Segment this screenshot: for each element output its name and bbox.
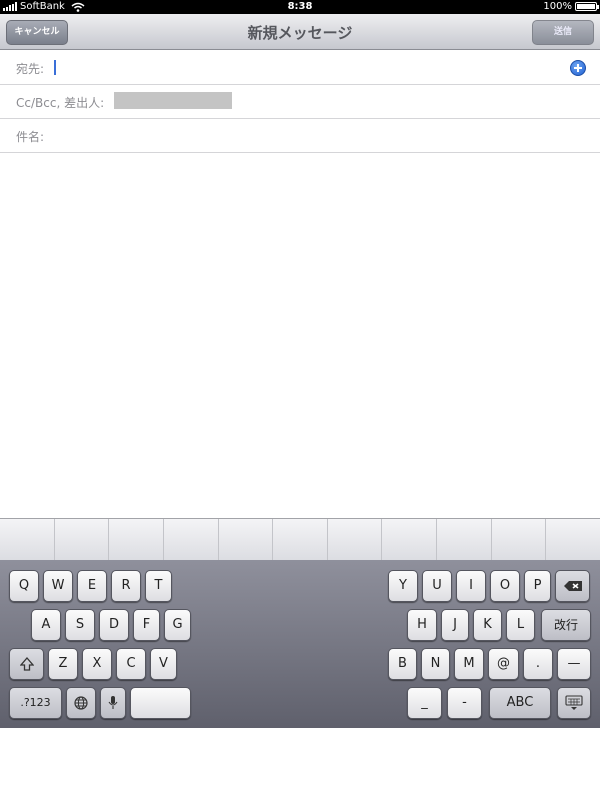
key-p[interactable]: P bbox=[524, 570, 551, 602]
battery-text: 100% bbox=[543, 1, 572, 12]
key-u[interactable]: U bbox=[422, 570, 452, 602]
to-field[interactable]: 宛先: bbox=[0, 51, 600, 85]
shift-key[interactable] bbox=[9, 648, 44, 680]
split-keyboard: Q W E R T Y U I O P A S D F G H J K L 改行… bbox=[0, 560, 600, 728]
redacted-sender bbox=[114, 92, 232, 109]
key-z[interactable]: Z bbox=[48, 648, 78, 680]
shift-icon bbox=[19, 656, 34, 671]
text-cursor bbox=[54, 60, 56, 75]
key-underscore[interactable]: _ bbox=[407, 687, 442, 719]
nav-bar: キャンセル 新規メッセージ 送信 bbox=[0, 14, 600, 50]
key-w[interactable]: W bbox=[43, 570, 73, 602]
key-y[interactable]: Y bbox=[388, 570, 418, 602]
key-g[interactable]: G bbox=[164, 609, 191, 641]
key-d[interactable]: D bbox=[99, 609, 129, 641]
key-x[interactable]: X bbox=[82, 648, 112, 680]
delete-key[interactable] bbox=[555, 570, 590, 602]
suggestion-cell[interactable] bbox=[492, 519, 547, 560]
key-i[interactable]: I bbox=[456, 570, 486, 602]
key-v[interactable]: V bbox=[150, 648, 177, 680]
key-period[interactable]: . bbox=[523, 648, 553, 680]
key-a[interactable]: A bbox=[31, 609, 61, 641]
key-k[interactable]: K bbox=[473, 609, 502, 641]
suggestion-cell[interactable] bbox=[328, 519, 383, 560]
key-at[interactable]: @ bbox=[488, 648, 519, 680]
key-f[interactable]: F bbox=[133, 609, 160, 641]
backspace-icon bbox=[563, 580, 582, 591]
status-right: 100% bbox=[543, 1, 599, 12]
key-s[interactable]: S bbox=[65, 609, 95, 641]
key-r[interactable]: R bbox=[111, 570, 141, 602]
numbers-key[interactable]: .?123 bbox=[9, 687, 62, 719]
key-c[interactable]: C bbox=[116, 648, 146, 680]
key-j[interactable]: J bbox=[441, 609, 469, 641]
globe-icon bbox=[74, 695, 88, 710]
globe-key[interactable] bbox=[66, 687, 96, 719]
subject-field[interactable]: 件名: bbox=[0, 119, 600, 153]
key-h[interactable]: H bbox=[407, 609, 437, 641]
status-bar: SoftBank 8:38 100% bbox=[0, 0, 600, 14]
key-l[interactable]: L bbox=[506, 609, 535, 641]
dictation-key[interactable] bbox=[100, 687, 126, 719]
suggestion-cell[interactable] bbox=[0, 519, 55, 560]
subject-label: 件名: bbox=[16, 130, 45, 144]
suggestion-cell[interactable] bbox=[273, 519, 328, 560]
suggestion-cell[interactable] bbox=[382, 519, 438, 560]
page-title: 新規メッセージ bbox=[247, 24, 353, 42]
suggestion-cell[interactable] bbox=[164, 519, 219, 560]
message-body[interactable] bbox=[0, 153, 600, 518]
key-b[interactable]: B bbox=[388, 648, 417, 680]
key-m[interactable]: M bbox=[454, 648, 484, 680]
battery-icon bbox=[575, 2, 599, 11]
key-o[interactable]: O bbox=[490, 570, 520, 602]
key-t[interactable]: T bbox=[145, 570, 172, 602]
key-n[interactable]: N bbox=[421, 648, 450, 680]
suggestion-cell[interactable] bbox=[437, 519, 492, 560]
suggestion-cell[interactable] bbox=[546, 519, 600, 560]
return-key[interactable]: 改行 bbox=[541, 609, 591, 641]
ccbcc-field[interactable]: Cc/Bcc, 差出人: bbox=[0, 85, 600, 119]
keyboard-dismiss-icon bbox=[565, 694, 583, 710]
battery-fill bbox=[577, 4, 595, 9]
suggestion-cell[interactable] bbox=[109, 519, 164, 560]
bottom-blank-area bbox=[0, 728, 600, 800]
suggestion-cell[interactable] bbox=[219, 519, 274, 560]
to-label: 宛先: bbox=[16, 62, 45, 76]
space-key[interactable] bbox=[130, 687, 191, 719]
microphone-icon bbox=[108, 696, 118, 709]
suggestion-cell[interactable] bbox=[55, 519, 110, 560]
key-e[interactable]: E bbox=[77, 570, 107, 602]
add-contact-icon[interactable] bbox=[570, 60, 586, 76]
key-q[interactable]: Q bbox=[9, 570, 39, 602]
send-button[interactable]: 送信 bbox=[532, 20, 594, 45]
abc-key[interactable]: ABC bbox=[489, 687, 551, 719]
status-time: 8:38 bbox=[287, 1, 313, 12]
dismiss-keyboard-key[interactable] bbox=[557, 687, 591, 719]
key-hyphen[interactable]: - bbox=[447, 687, 482, 719]
keyboard-suggestion-bar bbox=[0, 518, 600, 560]
key-dash-long[interactable]: — bbox=[557, 648, 591, 680]
ccbcc-label: Cc/Bcc, 差出人: bbox=[16, 96, 105, 110]
